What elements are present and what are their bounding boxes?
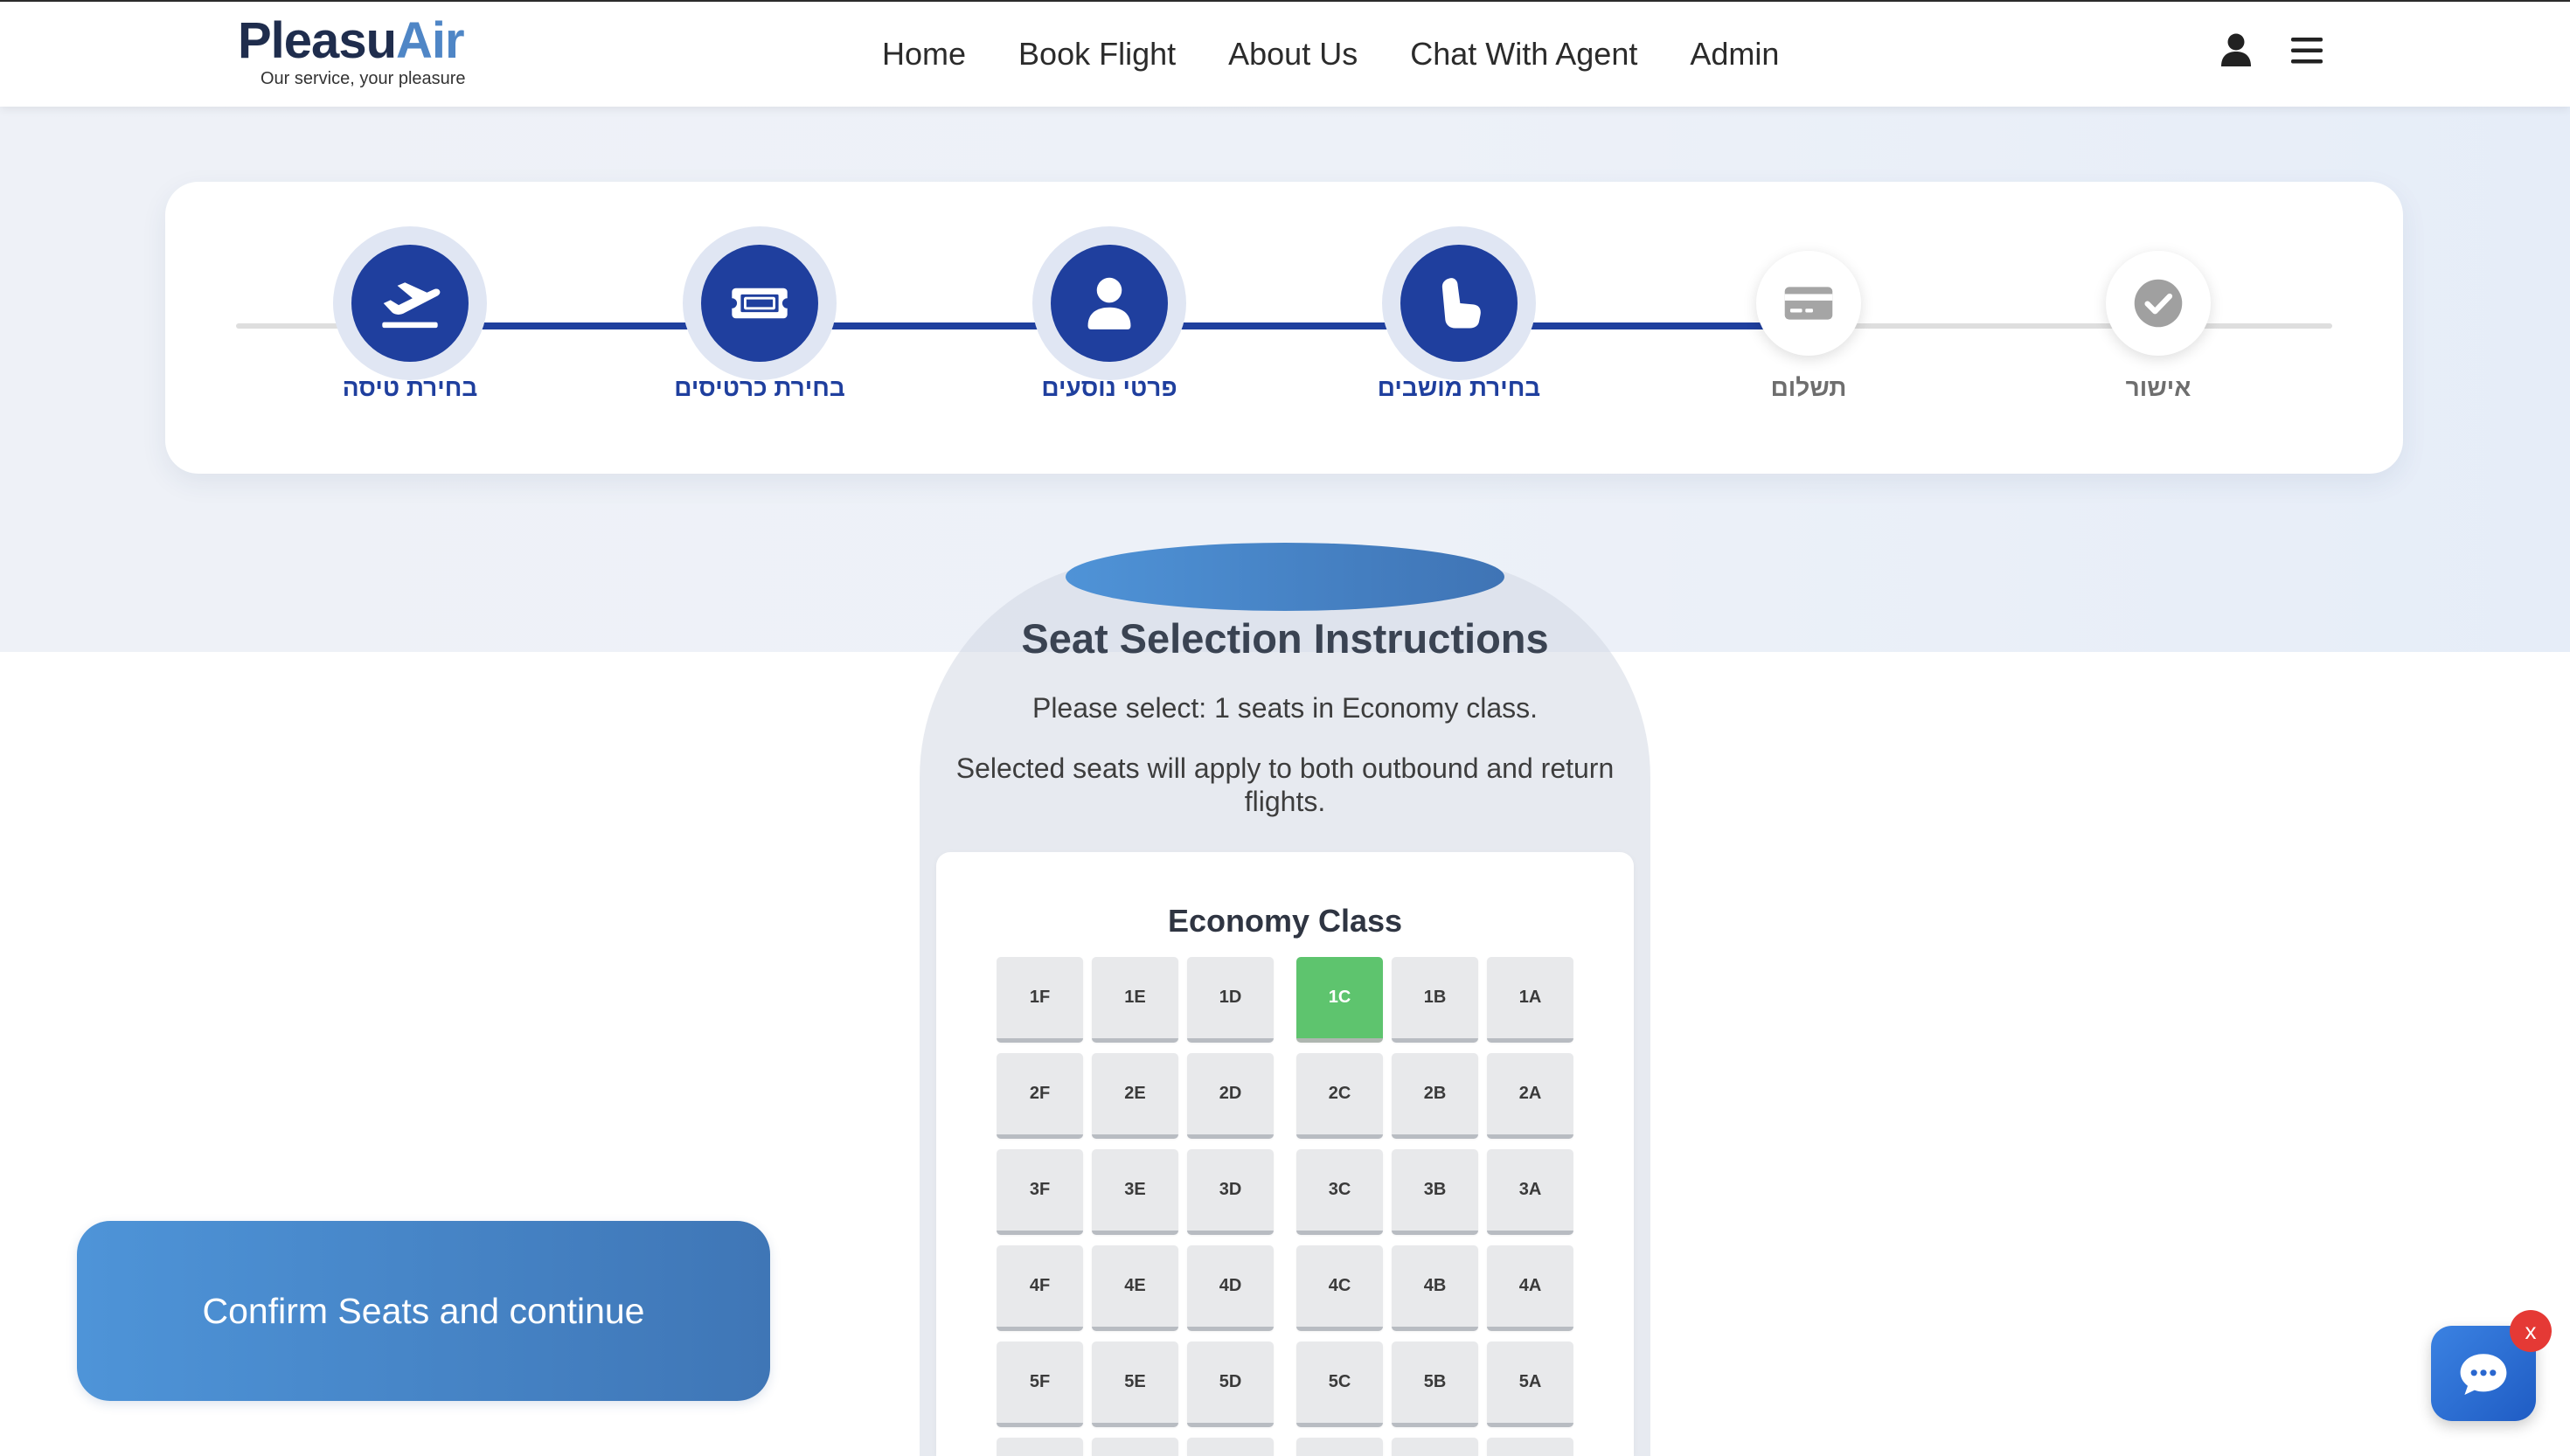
seat-3b[interactable]: 3B [1392, 1149, 1478, 1235]
credit-card-icon [1784, 287, 1833, 320]
nav-about-us[interactable]: About Us [1228, 36, 1358, 73]
step-flight-selection: בחירת טיסה [253, 182, 567, 474]
seat-5e[interactable]: 5E [1092, 1342, 1178, 1427]
step-ticket-selection: בחירת כרטיסים [602, 182, 917, 474]
seat-2a[interactable]: 2A [1487, 1053, 1573, 1139]
seat-4a[interactable]: 4A [1487, 1245, 1573, 1331]
seat-4b[interactable]: 4B [1392, 1245, 1478, 1331]
check-circle-icon [2134, 279, 2183, 328]
seat-partial[interactable] [1092, 1438, 1178, 1456]
nav-chat-with-agent[interactable]: Chat With Agent [1410, 36, 1637, 73]
seat-partial[interactable] [1187, 1438, 1274, 1456]
logo-wordmark-primary: Pleasu [238, 12, 397, 69]
aisle [1282, 1438, 1288, 1456]
step-label: תשלום [1770, 374, 1847, 401]
site-header: PleasuAir Our service, your pleasure Hom… [0, 0, 2570, 107]
seat-1c[interactable]: 1C [1296, 957, 1383, 1043]
booking-progress-stepper: בחירת טיסה בחירת כרטיסים פרטי נוסעים בחי… [165, 182, 2403, 474]
seat-3d[interactable]: 3D [1187, 1149, 1274, 1235]
seat-2d[interactable]: 2D [1187, 1053, 1274, 1139]
seat-icon [1441, 278, 1481, 329]
aisle [1282, 1053, 1288, 1139]
seat-apply-note: Selected seats will apply to both outbou… [955, 752, 1615, 817]
seat-1e[interactable]: 1E [1092, 957, 1178, 1043]
logo-wordmark: PleasuAir [238, 14, 483, 68]
seat-2b[interactable]: 2B [1392, 1053, 1478, 1139]
logo-tagline: Our service, your pleasure [260, 69, 466, 88]
step-label: בחירת טיסה [342, 374, 478, 401]
main-nav: Home Book Flight About Us Chat With Agen… [882, 2, 1779, 107]
step-passenger-details: פרטי נוסעים [952, 182, 1267, 474]
step-label: בחירת כרטיסים [674, 374, 845, 401]
seat-partial[interactable] [1392, 1438, 1478, 1456]
plane-departure-icon [382, 282, 441, 329]
seat-5d[interactable]: 5D [1187, 1342, 1274, 1427]
cabin-class-label: Economy Class [1167, 903, 1403, 939]
seat-row-partial [997, 1438, 1573, 1456]
chat-close-button[interactable]: x [2510, 1310, 2552, 1352]
seat-3c[interactable]: 3C [1296, 1149, 1383, 1235]
confirm-seats-button[interactable]: Confirm Seats and continue [77, 1221, 770, 1401]
aisle [1282, 1342, 1288, 1427]
seat-4e[interactable]: 4E [1092, 1245, 1178, 1331]
step-label: אישור [2125, 374, 2191, 401]
seat-row: 2F 2E 2D 2C 2B 2A [997, 1053, 1573, 1139]
step-circle [1051, 245, 1168, 362]
nav-admin[interactable]: Admin [1690, 36, 1779, 73]
seat-5b[interactable]: 5B [1392, 1342, 1478, 1427]
step-circle [1400, 245, 1518, 362]
panel-header-ellipse [1066, 543, 1504, 611]
seat-4f[interactable]: 4F [997, 1245, 1083, 1331]
aisle [1282, 1149, 1288, 1235]
seat-partial[interactable] [997, 1438, 1083, 1456]
seat-1f[interactable]: 1F [997, 957, 1083, 1043]
seat-2c[interactable]: 2C [1296, 1053, 1383, 1139]
seat-2e[interactable]: 2E [1092, 1053, 1178, 1139]
step-label: בחירת מושבים [1377, 374, 1541, 401]
user-icon [1087, 277, 1131, 329]
step-circle [351, 245, 469, 362]
step-label: פרטי נוסעים [1041, 374, 1177, 401]
step-circle [2106, 251, 2211, 356]
seat-partial[interactable] [1487, 1438, 1573, 1456]
nav-home[interactable]: Home [882, 36, 966, 73]
user-icon[interactable] [2220, 33, 2252, 66]
seat-4d[interactable]: 4D [1187, 1245, 1274, 1331]
seat-5f[interactable]: 5F [997, 1342, 1083, 1427]
seat-3a[interactable]: 3A [1487, 1149, 1573, 1235]
seat-row: 1F 1E 1D 1C 1B 1A [997, 957, 1573, 1043]
seat-5c[interactable]: 5C [1296, 1342, 1383, 1427]
seat-map-grid: 1F 1E 1D 1C 1B 1A 2F 2E 2D 2C 2B 2A 3F 3E 3D 3C 3B 3A 4F 4E… [997, 957, 1573, 1456]
step-payment: תשלום [1651, 182, 1966, 474]
seat-row: 4F 4E 4D 4C 4B 4A [997, 1245, 1573, 1331]
logo-wordmark-accent: Air [396, 12, 465, 69]
ticket-icon [732, 288, 788, 319]
seat-3f[interactable]: 3F [997, 1149, 1083, 1235]
seat-partial[interactable] [1296, 1438, 1383, 1456]
seat-3e[interactable]: 3E [1092, 1149, 1178, 1235]
aisle [1282, 1245, 1288, 1331]
seat-1a[interactable]: 1A [1487, 957, 1573, 1043]
step-seat-selection: בחירת מושבים [1302, 182, 1616, 474]
brand-logo[interactable]: PleasuAir Our service, your pleasure [238, 14, 483, 93]
seat-5a[interactable]: 5A [1487, 1342, 1573, 1427]
seat-row: 5F 5E 5D 5C 5B 5A [997, 1342, 1573, 1427]
step-circle [1756, 251, 1861, 356]
aisle [1282, 957, 1288, 1043]
step-confirmation: אישור [2001, 182, 2316, 474]
seat-requirement-text: Please select: 1 seats in Economy class. [1031, 692, 1539, 724]
hamburger-menu-icon[interactable] [2291, 38, 2323, 64]
seat-1b[interactable]: 1B [1392, 957, 1478, 1043]
seat-1d[interactable]: 1D [1187, 957, 1274, 1043]
nav-book-flight[interactable]: Book Flight [1018, 36, 1176, 73]
seat-4c[interactable]: 4C [1296, 1245, 1383, 1331]
seat-row: 3F 3E 3D 3C 3B 3A [997, 1149, 1573, 1235]
instructions-title: Seat Selection Instructions [1021, 615, 1549, 662]
chat-bubble-icon [2460, 1353, 2507, 1395]
step-circle [701, 245, 818, 362]
seat-2f[interactable]: 2F [997, 1053, 1083, 1139]
